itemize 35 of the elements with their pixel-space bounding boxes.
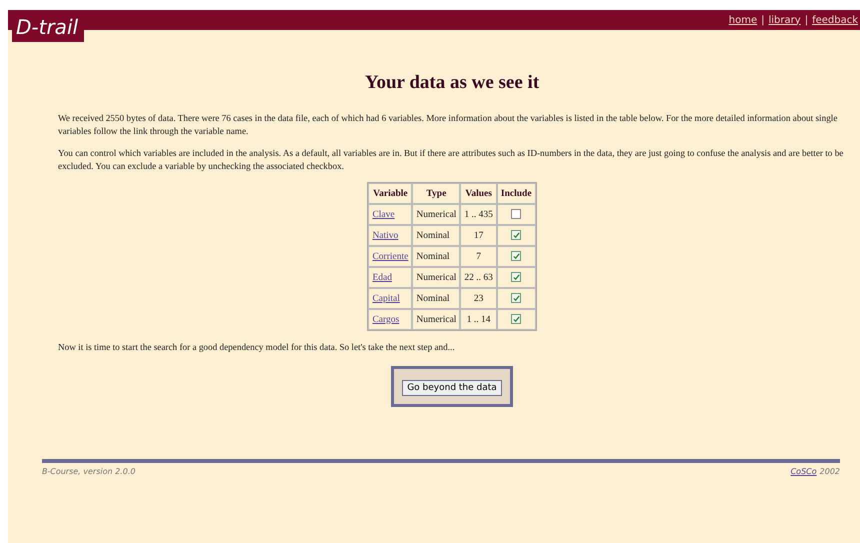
version-text: B-Course, version 2.0.0 [42,467,136,476]
table-cell: Nominal [412,246,460,267]
include-checkbox[interactable] [511,293,522,304]
table-cell: Nominal [412,288,460,309]
table-cell: 1 .. 435 [460,204,497,225]
year-text: 2002 [820,467,840,476]
page-title: Your data as we see it [364,72,540,94]
column-header: Variable [368,183,412,204]
go-beyond-button[interactable]: Go beyond the data [402,380,502,396]
separator: | [804,14,808,26]
table-cell: Numerical [412,204,460,225]
table-cell: 1 .. 14 [460,309,497,330]
include-checkbox[interactable] [511,314,522,324]
separator: | [761,14,764,26]
table-cell: 17 [460,225,497,246]
include-checkbox[interactable] [511,251,522,262]
table-cell: Nominal [412,225,460,246]
column-header: Include [496,183,536,204]
table-cell: Numerical [412,267,460,288]
table-cell: 7 [460,246,497,267]
paragraph: Now it is time to start the search for a good dependency model for this data. So let's take the next step and... [58,341,456,354]
nav-link[interactable]: home [728,14,758,26]
column-header: Values [460,183,497,204]
include-checkbox[interactable] [511,272,522,282]
table-cell: 23 [460,288,497,309]
table-cell: Numerical [412,309,460,330]
paragraph: You can control which variables are included in the analysis. As a default, all variables are in. But if there are attributes such as ID-numbers in the data, they are just going to confuse the analysis and are better to be excluded. You can exclude a variable by unchecking the associated checkbox. [58,147,844,173]
include-checkbox[interactable] [511,209,522,220]
include-checkbox[interactable] [511,230,522,240]
table-cell: 22 .. 63 [460,267,497,288]
nav-link[interactable]: library [768,14,801,26]
nav-link[interactable]: feedback [812,14,858,26]
paragraph: We received 2550 bytes of data. There were 76 cases in the data file, each of which had 6 variables. More information about the variables is listed in the table below. For the more detailed information about single variables follow the link through the variable name. [58,112,838,138]
column-header: Type [412,183,460,204]
cosco-link[interactable]: CoSCo [790,467,817,476]
